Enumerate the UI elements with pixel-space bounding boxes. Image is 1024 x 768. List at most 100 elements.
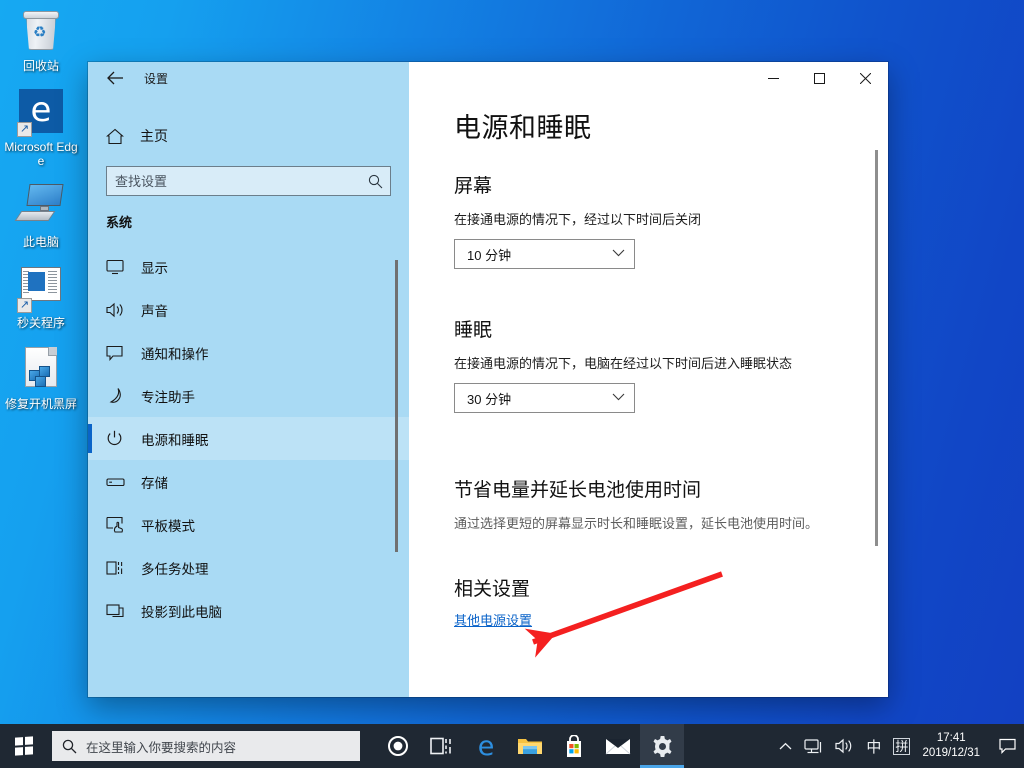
- tablet-icon: [106, 515, 132, 535]
- windows-start-icon[interactable]: [0, 724, 48, 768]
- microsoft-edge-icon[interactable]: e: [464, 724, 508, 768]
- sidebar-item-label: 通知和操作: [141, 346, 209, 362]
- sidebar-item-label: 声音: [141, 303, 168, 319]
- settings-main-pane: 电源和睡眠 屏幕 在接通电源的情况下，经过以下时间后关闭 10 分钟 睡眠 在接…: [409, 62, 888, 697]
- window-title: 设置: [144, 71, 169, 86]
- battery-section-heading: 节省电量并延长电池使用时间: [454, 480, 702, 501]
- screen-section-description: 在接通电源的情况下，经过以下时间后关闭: [454, 212, 702, 227]
- microsoft-edge-icon: e ↗: [17, 89, 65, 137]
- desktop-icon-list: ♻ 回收站 e ↗ Microsoft Edge 此电脑 ↗ 秒关程序 修复开机…: [0, 6, 82, 427]
- sidebar-item-projecting-to-this-pc[interactable]: 投影到此电脑: [88, 589, 409, 632]
- sidebar-search-box[interactable]: [106, 166, 391, 196]
- minimize-button[interactable]: [750, 62, 796, 94]
- desktop-icon-document-shortcut[interactable]: 修复开机黑屏: [0, 346, 82, 411]
- sidebar-item-storage[interactable]: 存储: [88, 460, 409, 503]
- search-input[interactable]: [107, 167, 360, 195]
- main-scrollbar[interactable]: [875, 150, 878, 546]
- settings-sidebar: 设置 主页 查找设置 系统 显示 声音 通知和操作 专注助手 电源和睡眠 存储 …: [88, 62, 409, 697]
- sidebar-home-label: 主页: [140, 128, 168, 144]
- app-shortcut-icon: ↗: [17, 265, 65, 313]
- desktop-icon-this-pc[interactable]: 此电脑: [0, 184, 82, 249]
- speaker-icon: [106, 300, 132, 320]
- sidebar-item-power-and-sleep[interactable]: 电源和睡眠: [88, 417, 409, 460]
- taskbar-clock[interactable]: 17:41 2019/12/31: [916, 724, 990, 768]
- sidebar-group-title: 系统: [106, 215, 133, 230]
- taskbar: 在这里输入你要搜索的内容 e 中 拼 17:41 2019/12/31: [0, 724, 1024, 768]
- sleep-timeout-dropdown[interactable]: 30 分钟: [454, 383, 635, 413]
- sleep-timeout-value: 30 分钟: [467, 391, 512, 407]
- maximize-button[interactable]: [796, 62, 842, 94]
- mail-icon[interactable]: [596, 724, 640, 768]
- settings-icon[interactable]: [640, 724, 684, 768]
- close-button[interactable]: [842, 62, 888, 94]
- desktop-icon-label: 修复开机黑屏: [4, 397, 77, 411]
- sidebar-item-sound[interactable]: 声音: [88, 288, 409, 331]
- multitask-icon: [106, 558, 132, 578]
- desktop-icon-microsoft-edge[interactable]: e ↗ Microsoft Edge: [0, 89, 82, 168]
- desktop-icon-label: 回收站: [22, 59, 59, 73]
- desktop: ♻ 回收站 e ↗ Microsoft Edge 此电脑 ↗ 秒关程序 修复开机…: [0, 0, 1024, 768]
- sidebar-item-tablet-mode[interactable]: 平板模式: [88, 503, 409, 546]
- ime-pinyin-icon[interactable]: 拼: [887, 724, 916, 768]
- related-settings-section: 相关设置 其他电源设置: [454, 574, 888, 630]
- settings-window: 设置 主页 查找设置 系统 显示 声音 通知和操作 专注助手 电源和睡眠 存储 …: [88, 62, 888, 697]
- this-pc-icon: [14, 184, 65, 232]
- sleep-section: 睡眠 在接通电源的情况下，电脑在经过以下时间后进入睡眠状态 30 分钟: [454, 315, 888, 413]
- shortcut-arrow-icon: ↗: [17, 122, 32, 137]
- cortana-icon[interactable]: [376, 724, 420, 768]
- moon-icon: [106, 386, 132, 406]
- recycle-bin-icon: ♻: [17, 8, 65, 56]
- ime-pinyin-glyph: 拼: [893, 737, 911, 755]
- project-icon: [106, 601, 132, 621]
- sleep-section-heading: 睡眠: [454, 320, 493, 341]
- taskbar-search-box[interactable]: 在这里输入你要搜索的内容: [52, 731, 360, 761]
- volume-icon[interactable]: [829, 724, 860, 768]
- system-tray: 中 拼 17:41 2019/12/31: [773, 724, 1024, 768]
- chevron-down-icon: [612, 393, 625, 404]
- screen-section-heading: 屏幕: [454, 176, 493, 197]
- back-arrow-icon[interactable]: [100, 65, 130, 91]
- search-icon: [52, 739, 86, 754]
- sidebar-nav-list: 显示 声音 通知和操作 专注助手 电源和睡眠 存储 平板模式 多任务处理 投影到…: [88, 245, 409, 697]
- ime-mode-icon[interactable]: 中: [860, 724, 887, 768]
- related-settings-heading: 相关设置: [454, 579, 531, 600]
- show-hidden-icons-button[interactable]: [773, 724, 798, 768]
- page-title: 电源和睡眠: [454, 113, 592, 143]
- monitor-icon: [106, 257, 132, 277]
- desktop-icon-label: 秒关程序: [16, 316, 65, 330]
- sidebar-item-label: 电源和睡眠: [141, 432, 209, 448]
- window-titlebar: 设置: [88, 62, 409, 94]
- sidebar-item-display[interactable]: 显示: [88, 245, 409, 288]
- other-power-settings-link[interactable]: 其他电源设置: [454, 610, 532, 629]
- sidebar-item-focus-assist[interactable]: 专注助手: [88, 374, 409, 417]
- window-caption-controls: [750, 62, 888, 94]
- clock-time: 17:41: [936, 732, 966, 744]
- sidebar-item-multitasking[interactable]: 多任务处理: [88, 546, 409, 589]
- battery-section-description: 通过选择更短的屏幕显示时长和睡眠设置，延长电池使用时间。: [454, 516, 819, 531]
- desktop-icon-app-shortcut[interactable]: ↗ 秒关程序: [0, 265, 82, 330]
- sidebar-item-home[interactable]: 主页: [88, 116, 409, 156]
- notification-icon: [106, 343, 132, 363]
- power-icon: [106, 429, 132, 449]
- microsoft-store-icon[interactable]: [552, 724, 596, 768]
- screen-timeout-value: 10 分钟: [467, 247, 512, 263]
- clock-date: 2019/12/31: [922, 747, 980, 759]
- search-icon[interactable]: [360, 167, 390, 195]
- sidebar-item-label: 平板模式: [141, 518, 195, 534]
- sidebar-item-label: 专注助手: [141, 389, 195, 405]
- desktop-icon-label: 此电脑: [22, 235, 59, 249]
- sidebar-scrollbar[interactable]: [395, 260, 398, 552]
- network-icon[interactable]: [798, 724, 829, 768]
- sidebar-item-label: 存储: [141, 475, 168, 491]
- file-explorer-icon[interactable]: [508, 724, 552, 768]
- desktop-icon-label: Microsoft Edge: [4, 140, 78, 168]
- chevron-down-icon: [612, 249, 625, 260]
- battery-saving-section: 节省电量并延长电池使用时间 通过选择更短的屏幕显示时长和睡眠设置，延长电池使用时…: [454, 475, 888, 532]
- task-view-icon[interactable]: [420, 724, 464, 768]
- desktop-icon-recycle-bin[interactable]: ♻ 回收站: [0, 8, 82, 73]
- screen-timeout-dropdown[interactable]: 10 分钟: [454, 239, 635, 269]
- home-icon: [106, 128, 132, 145]
- sidebar-item-notifications[interactable]: 通知和操作: [88, 331, 409, 374]
- action-center-icon[interactable]: [990, 724, 1024, 768]
- shortcut-arrow-icon: ↗: [17, 298, 32, 313]
